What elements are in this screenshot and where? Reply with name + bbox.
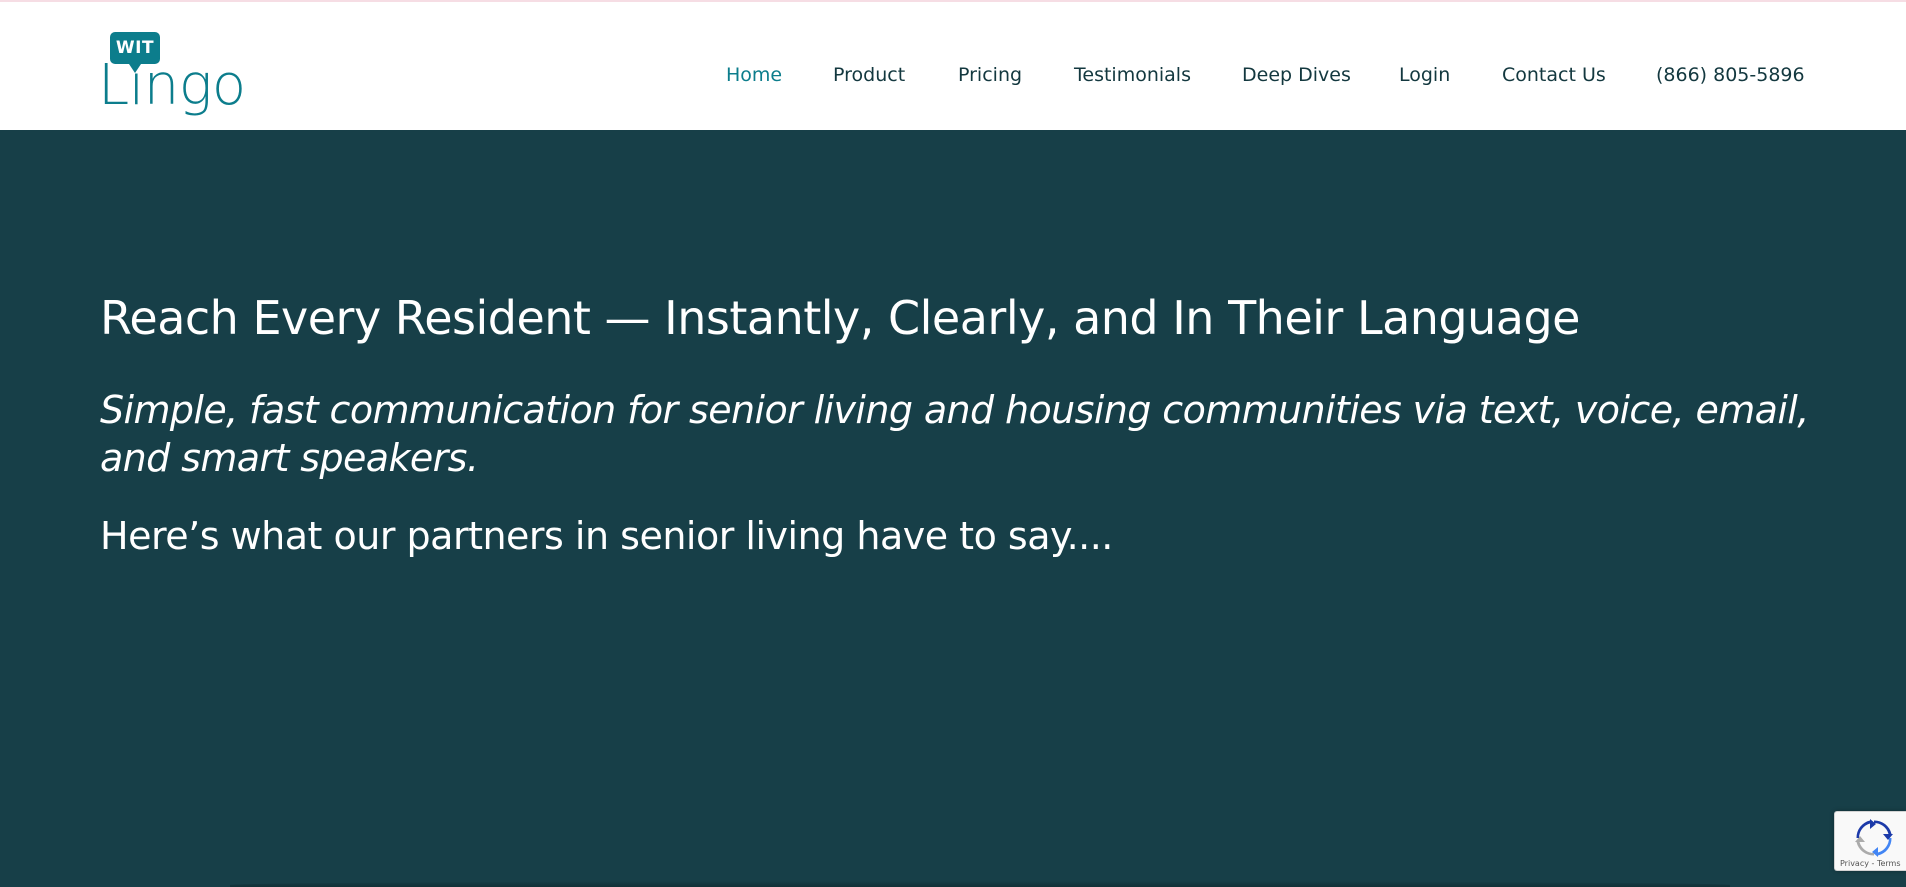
hero-section: Reach Every Resident — Instantly, Clearl… [0,130,1906,887]
nav-product[interactable]: Product [833,60,905,90]
recaptcha-badge[interactable]: Privacy - Terms [1834,811,1906,871]
nav-phone-link[interactable]: (866) 805-5896 [1656,60,1805,90]
nav-home[interactable]: Home [726,60,782,90]
recaptcha-links: Privacy - Terms [1840,859,1901,869]
recaptcha-separator: - [1868,859,1877,868]
recaptcha-terms-link[interactable]: Terms [1877,859,1901,868]
nav-login[interactable]: Login [1399,60,1450,90]
testimonials-intro: Here’s what our partners in senior livin… [100,514,1113,558]
main-nav: Home Product Pricing Testimonials Deep D… [0,60,1906,90]
nav-contact-us[interactable]: Contact Us [1502,60,1606,90]
nav-deep-dives[interactable]: Deep Dives [1242,60,1351,90]
recaptcha-privacy-link[interactable]: Privacy [1840,859,1869,868]
nav-pricing[interactable]: Pricing [958,60,1022,90]
hero-subtitle: Simple, fast communication for senior li… [100,388,1809,480]
hero-title: Reach Every Resident — Instantly, Clearl… [100,291,1580,345]
section-divider-shadow [230,881,1730,887]
site-header: WIT Lingo Home Product Pricing Testimoni… [0,2,1906,130]
nav-testimonials[interactable]: Testimonials [1074,60,1191,90]
recaptcha-icon [1855,819,1893,857]
page: WIT Lingo Home Product Pricing Testimoni… [0,0,1906,887]
